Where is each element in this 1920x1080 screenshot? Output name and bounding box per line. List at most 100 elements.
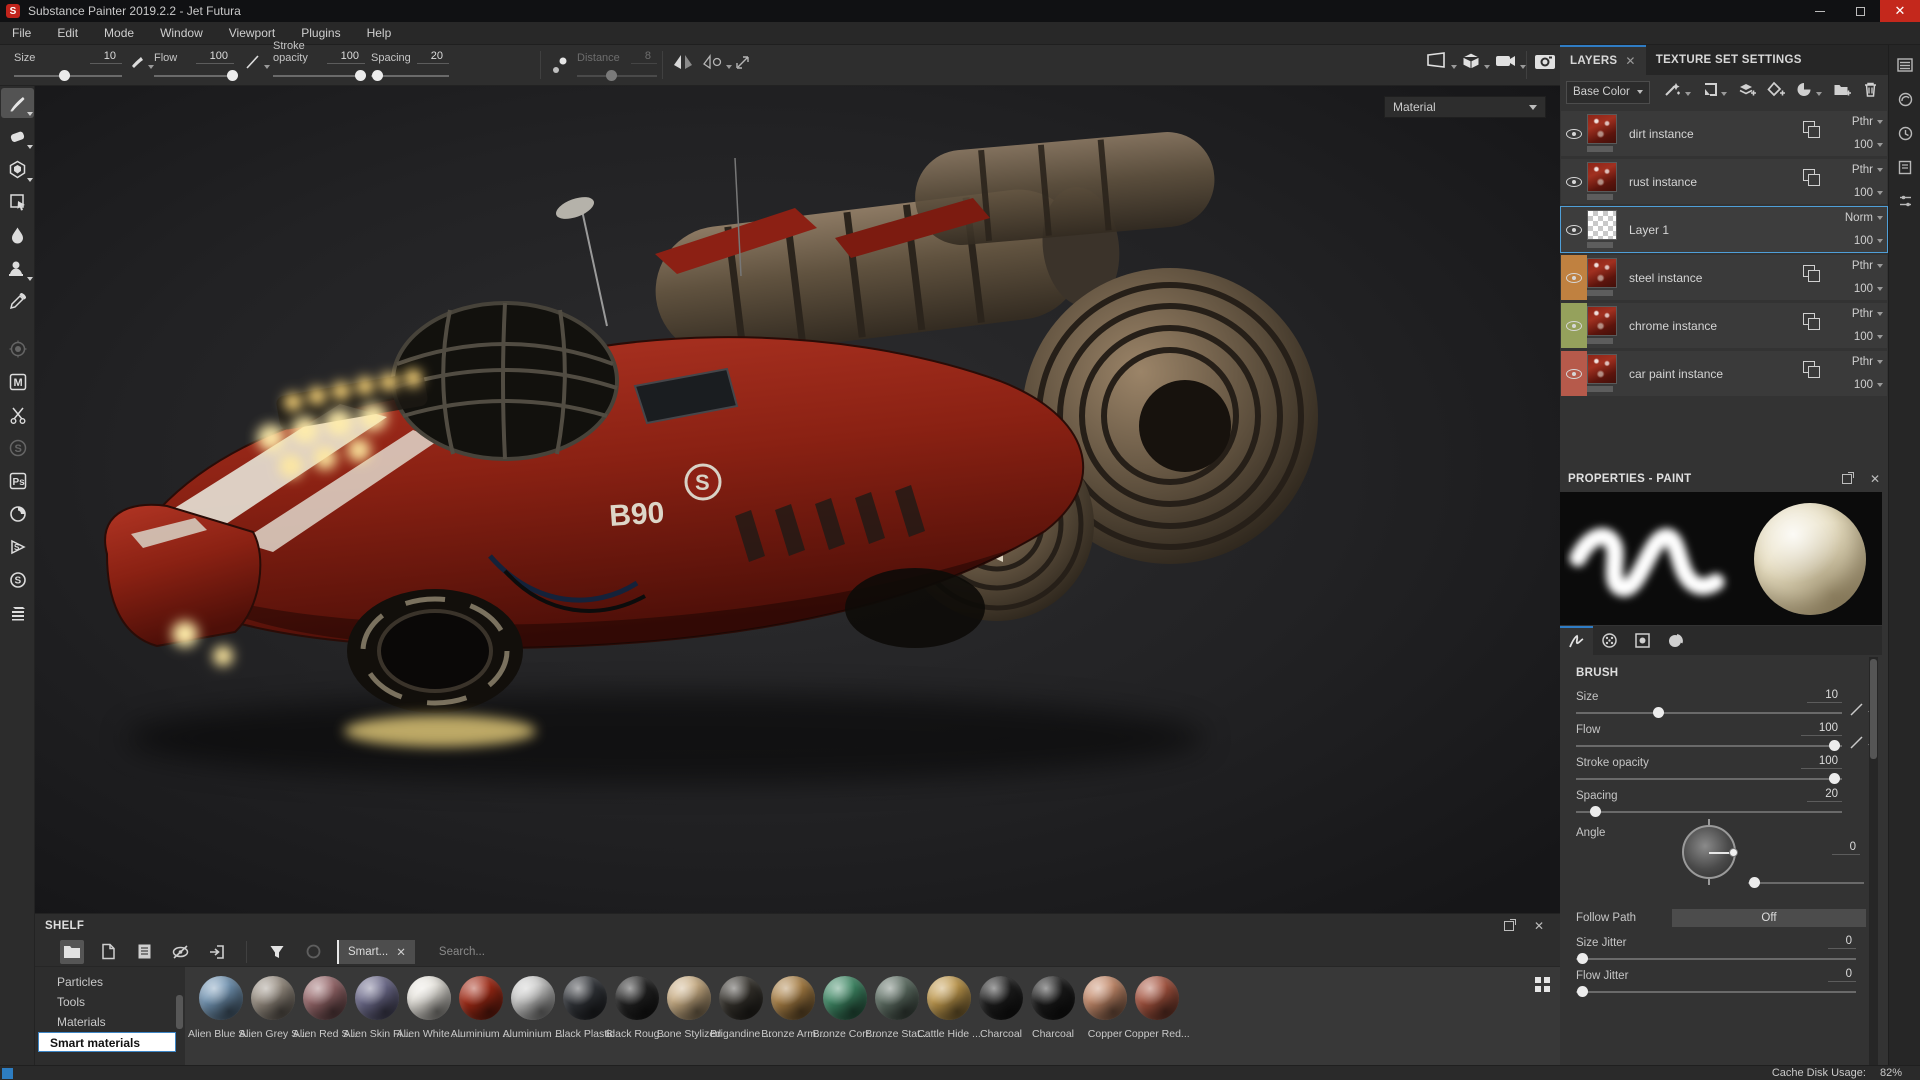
- brush-param-control[interactable]: Stroke opacity100: [1576, 754, 1842, 780]
- shelf-scrollbar[interactable]: [176, 967, 185, 1065]
- stroke-opacity-value[interactable]: 100: [327, 50, 365, 64]
- filter-funnel-icon[interactable]: [265, 940, 289, 964]
- viewport-2d-view-icon[interactable]: [1425, 51, 1457, 76]
- grid-view-icon[interactable]: [1535, 977, 1550, 992]
- layer-name[interactable]: chrome instance: [1623, 303, 1799, 348]
- param-slider[interactable]: [1576, 712, 1842, 714]
- clone-tool[interactable]: [1, 253, 34, 283]
- menu-mode[interactable]: Mode: [91, 22, 147, 45]
- material-mode-tool[interactable]: M: [1, 367, 34, 397]
- smudge-tool[interactable]: [1, 220, 34, 250]
- angle-control[interactable]: Angle 0: [1576, 823, 1866, 895]
- history-icon[interactable]: [1889, 119, 1920, 147]
- import-resources-icon[interactable]: [204, 940, 228, 964]
- cut-tool[interactable]: [1, 400, 34, 430]
- layer-row[interactable]: car paint instance Pthr 100: [1561, 351, 1887, 396]
- shelf-material-item[interactable]: Bronze Arm...: [767, 973, 819, 1065]
- layer-row[interactable]: rust instance Pthr 100: [1561, 159, 1887, 204]
- new-resource-icon[interactable]: [96, 940, 120, 964]
- layer-blend-mode-dropdown[interactable]: Pthr: [1829, 260, 1883, 272]
- layer-blend-mode-dropdown[interactable]: Pthr: [1829, 356, 1883, 368]
- layer-visibility-toggle[interactable]: [1561, 207, 1587, 252]
- stroke-opacity-slider[interactable]: [273, 75, 365, 77]
- eraser-tool[interactable]: [1, 121, 34, 151]
- shelf-material-item[interactable]: Brigandine ...: [715, 973, 767, 1065]
- layer-thumbnail[interactable]: [1587, 306, 1617, 336]
- layer-visibility-toggle[interactable]: [1561, 111, 1587, 156]
- hide-resources-icon[interactable]: [168, 940, 192, 964]
- shelf-material-item[interactable]: Charcoal: [975, 973, 1027, 1065]
- add-effect-wand-icon[interactable]: [1664, 81, 1691, 103]
- angle-slider[interactable]: [1748, 882, 1864, 884]
- shelf-material-item[interactable]: Alien White ...: [403, 973, 455, 1065]
- iray-renderer[interactable]: [1, 499, 34, 529]
- projection-tool[interactable]: [1, 154, 34, 184]
- viewport-3d[interactable]: B90 S Material: [35, 86, 1560, 913]
- layer-row[interactable]: chrome instance Pthr 100: [1561, 303, 1887, 348]
- viewport-3d-view-icon[interactable]: [1460, 51, 1490, 76]
- paint-tool[interactable]: [1, 88, 34, 118]
- layer-opacity-dropdown[interactable]: 100: [1829, 235, 1883, 247]
- refresh-icon[interactable]: [301, 940, 325, 964]
- transform-gizmo-icon[interactable]: [734, 53, 754, 76]
- polygon-fill-tool[interactable]: [1, 187, 34, 217]
- shelf-material-item[interactable]: Cattle Hide ...: [923, 973, 975, 1065]
- layer-opacity-dropdown[interactable]: 100: [1829, 187, 1883, 199]
- shelf-category-materials[interactable]: Materials: [35, 1012, 176, 1032]
- symmetry-icon[interactable]: [672, 53, 694, 76]
- close-panel-icon[interactable]: ✕: [1534, 919, 1544, 933]
- angle-value[interactable]: 0: [1832, 841, 1860, 855]
- flow-jitter-control[interactable]: Flow Jitter0: [1576, 967, 1856, 993]
- shelf-material-item[interactable]: Copper: [1079, 973, 1131, 1065]
- size-value[interactable]: 10: [90, 50, 122, 64]
- size-control[interactable]: Size10: [14, 49, 122, 82]
- add-fill-layer-icon[interactable]: [1767, 81, 1785, 103]
- layer-name[interactable]: Layer 1: [1623, 207, 1799, 252]
- layer-name[interactable]: dirt instance: [1623, 111, 1799, 156]
- brush-param-control[interactable]: Size10: [1576, 688, 1842, 714]
- add-layer-icon[interactable]: [1738, 81, 1756, 103]
- layers-panel-icon[interactable]: [1889, 51, 1920, 79]
- shelf-resources[interactable]: [1, 598, 34, 628]
- tab-layers[interactable]: LAYERS ✕: [1560, 45, 1646, 75]
- tab-material[interactable]: [1659, 626, 1692, 655]
- shelf-material-item[interactable]: Alien Skin Fi...: [351, 973, 403, 1065]
- shelf-material-item[interactable]: Aluminium ...: [507, 973, 559, 1065]
- close-tab-icon[interactable]: ✕: [1625, 54, 1635, 68]
- layer-visibility-toggle[interactable]: [1561, 255, 1587, 300]
- layer-opacity-dropdown[interactable]: 100: [1829, 283, 1883, 295]
- menu-file[interactable]: File: [0, 22, 44, 45]
- param-slider[interactable]: [1576, 811, 1842, 813]
- texture-set-list-icon[interactable]: [1889, 153, 1920, 181]
- shelf-material-item[interactable]: Alien Blue S...: [195, 973, 247, 1065]
- distance-control[interactable]: Distance8: [577, 49, 657, 82]
- popout-panel-icon[interactable]: [1504, 921, 1514, 931]
- close-panel-icon[interactable]: ✕: [1870, 472, 1880, 486]
- add-folder-icon[interactable]: [1833, 81, 1852, 103]
- layer-blend-mode-dropdown[interactable]: Pthr: [1829, 164, 1883, 176]
- size-jitter-control[interactable]: Size Jitter0: [1576, 934, 1856, 960]
- shelf-material-item[interactable]: Alien Red S...: [299, 973, 351, 1065]
- follow-path-toggle[interactable]: Off: [1672, 909, 1866, 927]
- shelf-material-item[interactable]: Bronze Corr...: [819, 973, 871, 1065]
- screenshot-camera-icon[interactable]: [1534, 51, 1556, 76]
- active-filter-chip[interactable]: Smart... ✕: [337, 940, 415, 964]
- layer-thumbnail[interactable]: [1587, 162, 1617, 192]
- layer-row[interactable]: Layer 1 Norm 100: [1561, 207, 1887, 252]
- close-button[interactable]: ✕: [1880, 0, 1920, 22]
- shelf-category-particles[interactable]: Particles: [35, 972, 176, 992]
- size-slider[interactable]: [14, 75, 122, 77]
- quick-mask-tool[interactable]: [1, 334, 34, 364]
- layer-thumbnail[interactable]: [1587, 210, 1617, 240]
- layer-blend-mode-dropdown[interactable]: Pthr: [1829, 308, 1883, 320]
- delete-layer-icon[interactable]: [1863, 81, 1878, 103]
- layer-blend-mode-dropdown[interactable]: Norm: [1829, 212, 1883, 224]
- camera-view-icon[interactable]: [1494, 51, 1526, 76]
- param-slider[interactable]: [1576, 745, 1842, 747]
- flow-jitter-slider[interactable]: [1576, 991, 1856, 993]
- maximize-button[interactable]: [1840, 0, 1880, 22]
- photoshop-export[interactable]: Ps: [1, 466, 34, 496]
- shading-mode-dropdown[interactable]: Material: [1384, 96, 1546, 118]
- spacing-control[interactable]: Spacing20: [371, 49, 449, 82]
- layer-thumbnail[interactable]: [1587, 354, 1617, 384]
